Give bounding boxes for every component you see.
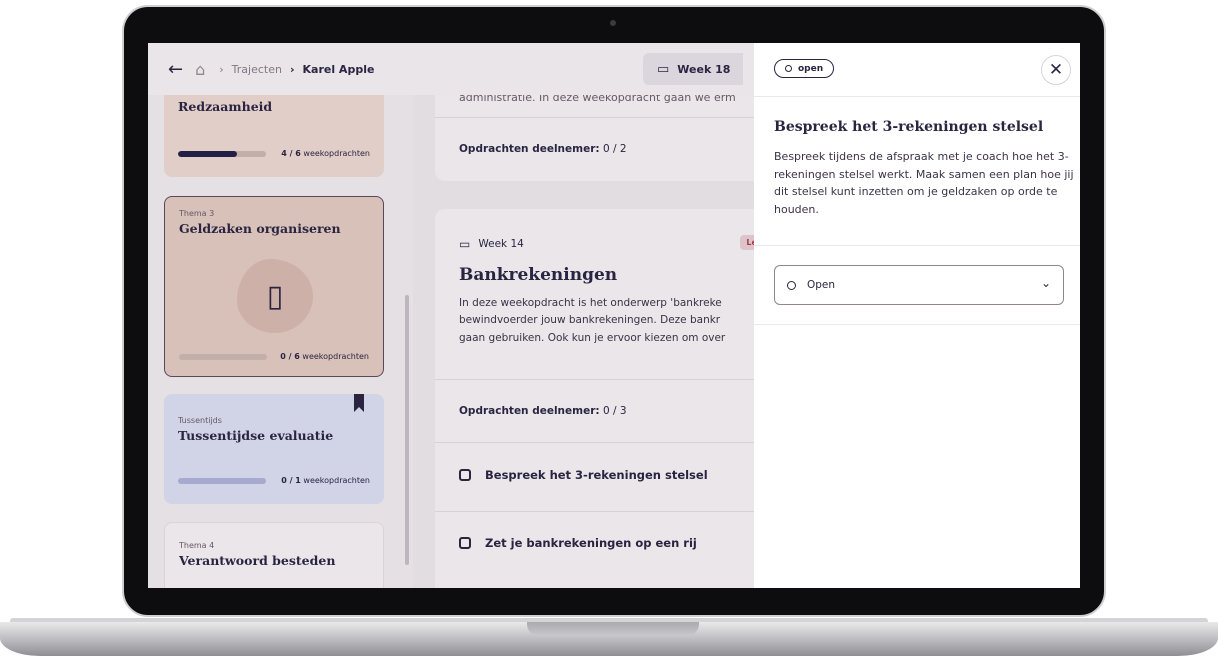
status-circle-icon	[787, 280, 796, 290]
task-detail-drawer: open ✕ Bespreek het 3-rekeningen stelsel…	[754, 43, 1080, 588]
app: ← ⌂ › Trajecten › Karel Apple ▭ Week 18 …	[148, 43, 1080, 588]
divider	[754, 324, 1080, 325]
status-badge: open	[774, 59, 835, 78]
close-icon: ✕	[1048, 60, 1064, 80]
status-select[interactable]: Open ⌄	[774, 265, 1064, 305]
laptop-mockup: ← ⌂ › Trajecten › Karel Apple ▭ Week 18 …	[0, 0, 1218, 660]
drawer-description: Bespreek tijdens de afspraak met je coac…	[774, 150, 1074, 216]
drawer-title: Bespreek het 3-rekeningen stelsel	[774, 119, 1044, 135]
close-button[interactable]: ✕	[1041, 55, 1071, 85]
divider	[754, 245, 1080, 246]
chevron-down-icon: ⌄	[1040, 276, 1051, 290]
status-text: open	[798, 63, 824, 74]
modal-backdrop[interactable]	[148, 43, 754, 588]
status-select-value: Open	[807, 279, 836, 291]
divider	[754, 96, 1080, 97]
laptop-notch	[527, 622, 699, 636]
status-circle-icon	[785, 65, 792, 72]
laptop-camera	[610, 20, 616, 26]
screen: ← ⌂ › Trajecten › Karel Apple ▭ Week 18 …	[148, 43, 1080, 588]
